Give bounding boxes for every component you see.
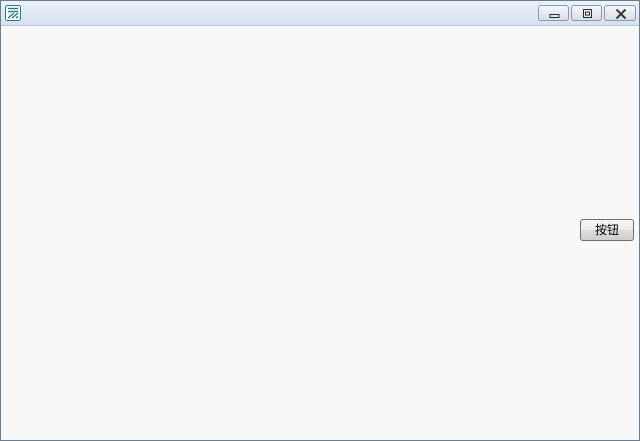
maximize-button[interactable] — [571, 5, 602, 21]
close-button[interactable] — [604, 5, 636, 21]
client-area: 按钮 — [1, 26, 639, 440]
app-window: 按钮 — [0, 0, 640, 441]
restore-icon — [583, 9, 592, 18]
push-button[interactable]: 按钮 — [580, 219, 634, 241]
close-icon — [615, 8, 627, 20]
title-bar[interactable] — [1, 1, 639, 26]
app-logo-icon[interactable] — [5, 5, 21, 21]
minimize-button[interactable] — [538, 5, 569, 21]
minimize-icon — [549, 14, 560, 18]
